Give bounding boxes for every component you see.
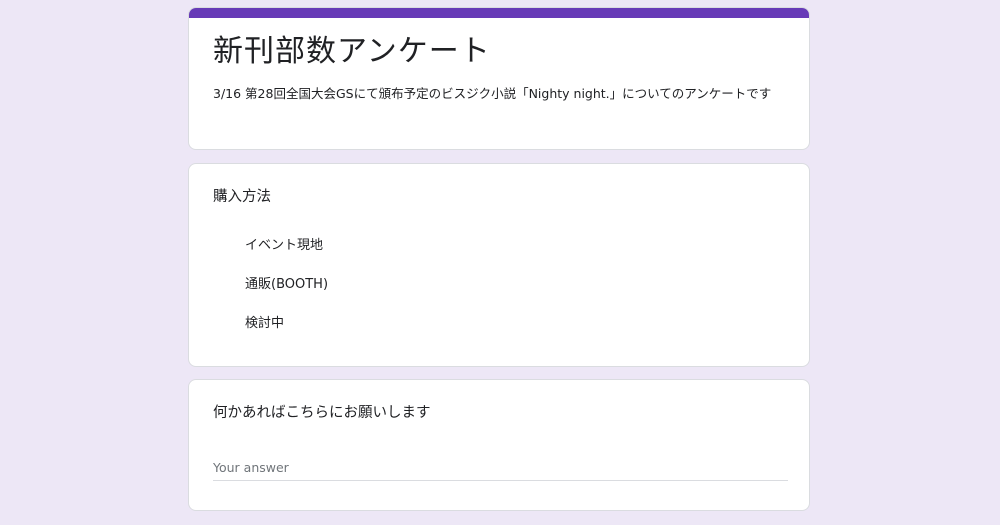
radio-button[interactable] [213,236,233,256]
radio-option-label: 通販(BOOTH) [245,277,329,292]
radio-option-label: 検討中 [245,316,285,331]
question-title: 何かあればこちらにお願いします [213,405,431,421]
radio-option[interactable]: 検討中 [213,310,513,338]
form-header-card: 新刊部数アンケート 3/16 第28回全国大会GSにて頒布予定のビスジク小説「N… [188,7,810,150]
question-card-purchase-method: 購入方法 イベント現地 通販(BOOTH) 検討中 [188,163,810,367]
radio-button[interactable] [213,314,233,334]
radio-button[interactable] [213,275,233,295]
radio-option-label: イベント現地 [245,238,324,253]
header-accent-bar [189,8,809,18]
radio-option[interactable]: 通販(BOOTH) [213,271,513,299]
question-title: 購入方法 [213,189,271,205]
answer-input[interactable] [213,454,788,481]
form-description: 3/16 第28回全国大会GSにて頒布予定のビスジク小説「Nighty nigh… [213,86,772,101]
radio-option[interactable]: イベント現地 [213,232,513,260]
question-card-comments: 何かあればこちらにお願いします [188,379,810,511]
form-title: 新刊部数アンケート [213,34,491,69]
